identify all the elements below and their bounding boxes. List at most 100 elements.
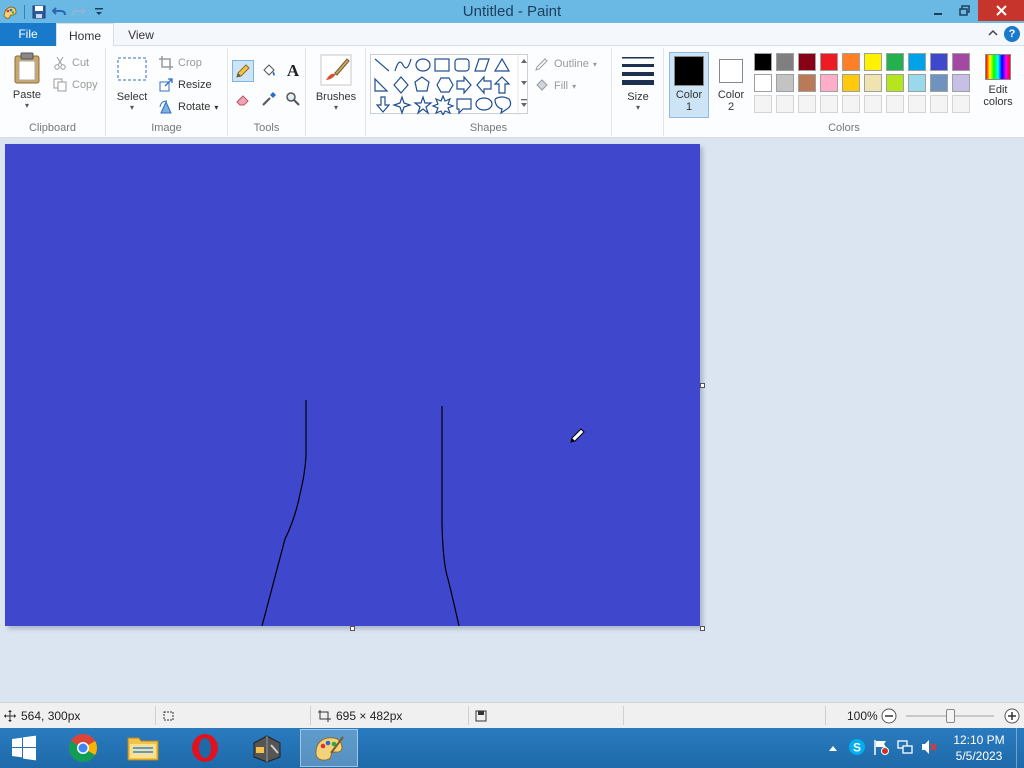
- rotate-button[interactable]: Rotate ▾: [158, 97, 218, 117]
- selection-size: [162, 703, 175, 729]
- clipboard-label: Clipboard: [28, 122, 77, 134]
- tools-group: A Tools: [228, 48, 306, 136]
- palette-swatch[interactable]: [776, 53, 794, 71]
- move-cursor-icon: [4, 710, 16, 722]
- resize-handle-corner[interactable]: [700, 626, 705, 631]
- paint-bucket-icon: [263, 64, 275, 76]
- palette-swatch[interactable]: [864, 53, 882, 71]
- brush-icon: [320, 54, 352, 86]
- restore-button[interactable]: [951, 0, 978, 21]
- action-center-flag-icon[interactable]: [872, 738, 890, 759]
- edit-colors-button[interactable]: Edit colors: [976, 54, 1020, 108]
- canvas-drawing: [5, 144, 700, 626]
- copy-icon: [52, 77, 68, 93]
- zoom-slider[interactable]: [906, 703, 994, 729]
- brushes-button[interactable]: Brushes ▾: [312, 54, 360, 112]
- fill-tool[interactable]: [258, 60, 280, 82]
- help-icon[interactable]: ?: [1004, 26, 1020, 42]
- palette-swatch[interactable]: [908, 53, 926, 71]
- resize-handle-right[interactable]: [700, 383, 705, 388]
- resize-button[interactable]: Resize: [158, 75, 212, 95]
- crop-button[interactable]: Crop: [158, 53, 202, 73]
- palette-swatch[interactable]: [798, 74, 816, 92]
- palette-swatch[interactable]: [842, 74, 860, 92]
- palette-swatch[interactable]: [754, 53, 772, 71]
- palette-swatch[interactable]: [776, 74, 794, 92]
- cut-button[interactable]: Cut: [52, 53, 89, 73]
- canvas-workspace[interactable]: [0, 139, 1024, 702]
- color1-button[interactable]: Color 1: [669, 52, 709, 118]
- palette-swatch-custom[interactable]: [754, 95, 772, 113]
- color-picker-tool[interactable]: [258, 88, 280, 110]
- tab-file[interactable]: File: [0, 23, 56, 46]
- taskbar-opera[interactable]: [176, 729, 234, 767]
- outline-button[interactable]: Outline ▾: [534, 54, 597, 74]
- close-button[interactable]: [978, 0, 1024, 21]
- palette-swatch[interactable]: [754, 74, 772, 92]
- shapes-group: Outline ▾ Fill ▾ Shapes: [366, 48, 612, 136]
- show-desktop-button[interactable]: [1016, 728, 1024, 768]
- palette-swatch[interactable]: [842, 53, 860, 71]
- shapes-gallery[interactable]: [370, 54, 528, 117]
- skype-icon[interactable]: S: [848, 738, 866, 759]
- taskbar-paint[interactable]: [300, 729, 358, 767]
- palette-swatch[interactable]: [820, 74, 838, 92]
- shapes-gallery-icons: [374, 55, 527, 117]
- taskbar-chrome[interactable]: [54, 729, 112, 767]
- palette-swatch-custom[interactable]: [776, 95, 794, 113]
- fill-button[interactable]: Fill ▾: [534, 76, 576, 96]
- magnifier-tool[interactable]: [282, 88, 304, 110]
- size-button[interactable]: Size ▾: [618, 54, 658, 112]
- selection-size-icon: [163, 711, 174, 721]
- palette-swatch[interactable]: [952, 74, 970, 92]
- text-tool[interactable]: A: [282, 60, 304, 82]
- palette-swatch-custom[interactable]: [842, 95, 860, 113]
- palette-swatch[interactable]: [908, 74, 926, 92]
- palette-swatch-custom[interactable]: [930, 95, 948, 113]
- zoom-out-button[interactable]: [881, 703, 897, 729]
- outline-pen-icon: [534, 56, 550, 72]
- network-icon[interactable]: [896, 738, 914, 759]
- palette-swatch-custom[interactable]: [820, 95, 838, 113]
- minimize-button[interactable]: [924, 0, 951, 21]
- palette-swatch[interactable]: [886, 53, 904, 71]
- taskbar-file-explorer[interactable]: [114, 729, 172, 767]
- zoom-level: 100%: [847, 709, 878, 723]
- volume-muted-icon[interactable]: [920, 738, 938, 759]
- palette-swatch[interactable]: [886, 74, 904, 92]
- palette-swatch-custom[interactable]: [798, 95, 816, 113]
- palette-swatch[interactable]: [930, 53, 948, 71]
- tab-home[interactable]: Home: [56, 23, 114, 47]
- pencil-cursor-icon: [570, 428, 585, 443]
- clipboard-icon: [14, 52, 40, 84]
- show-hidden-icons[interactable]: [828, 741, 838, 755]
- drawing-canvas[interactable]: [5, 144, 700, 626]
- palette-swatch[interactable]: [930, 74, 948, 92]
- eraser-tool[interactable]: [232, 88, 254, 110]
- magnifier-icon: [286, 92, 300, 106]
- tab-view[interactable]: View: [114, 23, 168, 47]
- pencil-tool[interactable]: [232, 60, 254, 82]
- select-button[interactable]: Select ▾: [112, 56, 152, 112]
- palette-swatch[interactable]: [952, 53, 970, 71]
- clock[interactable]: 12:10 PM 5/5/2023: [942, 732, 1016, 764]
- zoom-slider-thumb[interactable]: [946, 709, 955, 723]
- palette-swatch-custom[interactable]: [952, 95, 970, 113]
- fill-bucket-icon: [534, 78, 550, 94]
- paste-button[interactable]: Paste ▾: [6, 52, 48, 110]
- palette-swatch-custom[interactable]: [908, 95, 926, 113]
- resize-handle-bottom[interactable]: [350, 626, 355, 631]
- resize-icon: [158, 77, 174, 93]
- palette-swatch-custom[interactable]: [864, 95, 882, 113]
- palette-swatch[interactable]: [864, 74, 882, 92]
- minimize-ribbon-icon[interactable]: [988, 28, 998, 40]
- start-button[interactable]: [0, 729, 48, 767]
- color2-button[interactable]: Color 2: [712, 52, 750, 118]
- copy-button[interactable]: Copy: [52, 75, 98, 95]
- title-bar: Untitled - Paint: [0, 0, 1024, 23]
- taskbar-app[interactable]: [238, 729, 296, 767]
- palette-swatch[interactable]: [798, 53, 816, 71]
- zoom-in-button[interactable]: [1004, 703, 1020, 729]
- palette-swatch-custom[interactable]: [886, 95, 904, 113]
- palette-swatch[interactable]: [820, 53, 838, 71]
